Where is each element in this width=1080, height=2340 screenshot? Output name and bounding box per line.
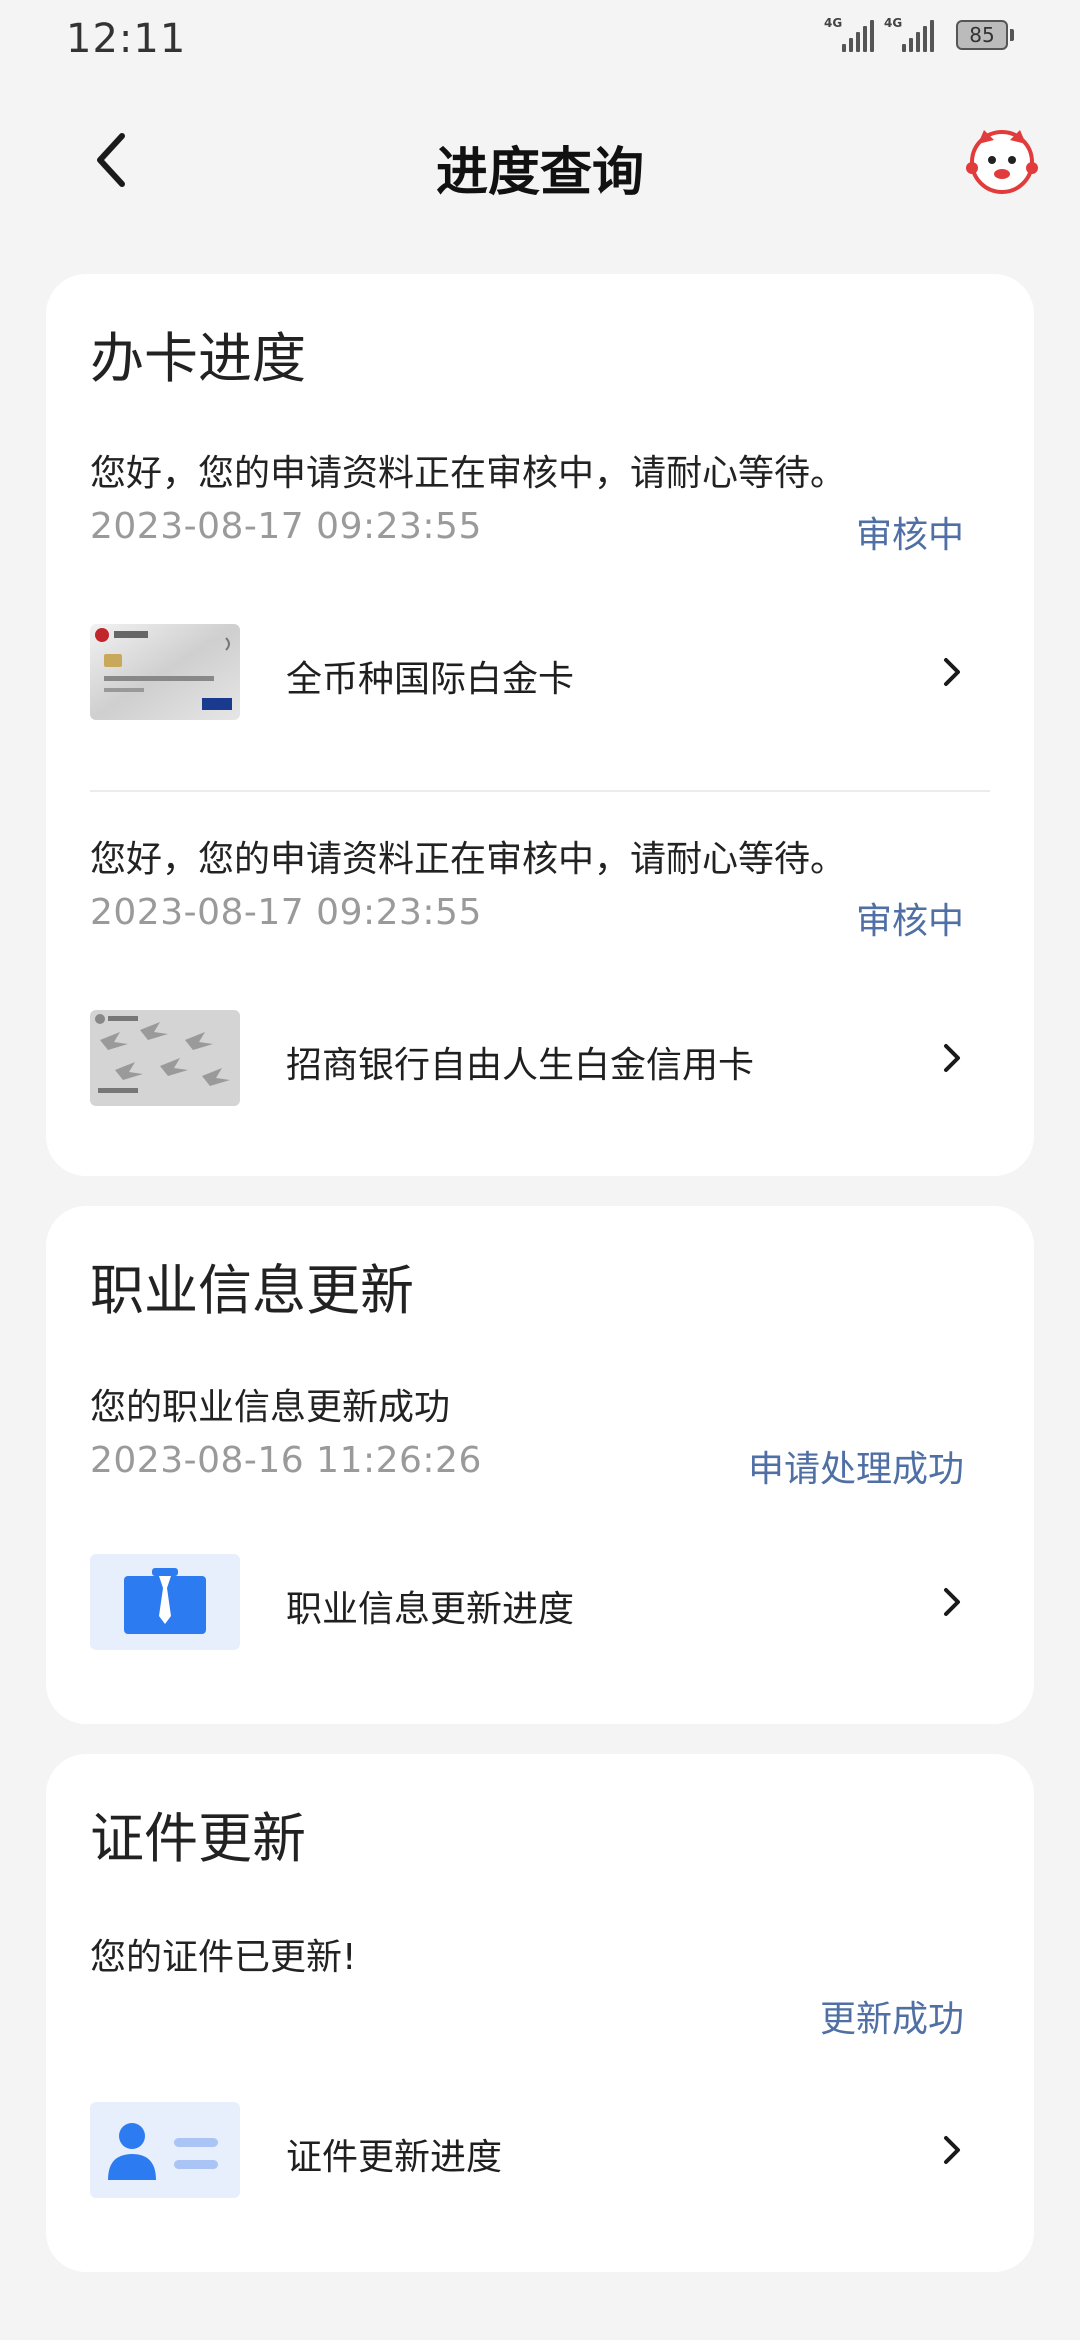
card-application-progress: 办卡进度 您好，您的申请资料正在审核中，请耐心等待。 2023-08-17 09… <box>46 274 1034 1176</box>
list-item-job-progress[interactable]: 职业信息更新进度 <box>90 1554 990 1650</box>
entry-date: 2023-08-16 11:26:26 <box>90 1440 482 1481</box>
status-indicators: 4G 4G 85 <box>824 16 1014 52</box>
card-name: 招商银行自由人生白金信用卡 <box>286 1045 755 1086</box>
chevron-right-icon <box>944 658 960 686</box>
credit-card-image <box>90 624 240 720</box>
section-title: 职业信息更新 <box>90 1259 414 1322</box>
page-title: 进度查询 <box>435 143 644 203</box>
row-label: 职业信息更新进度 <box>286 1589 575 1630</box>
entry-message: 您好，您的申请资料正在审核中，请耐心等待。 <box>90 453 847 494</box>
signal-icon: 4G <box>884 16 934 52</box>
chevron-right-icon <box>944 1588 960 1616</box>
battery-level: 85 <box>956 20 1008 50</box>
list-item-card-2[interactable]: 招商银行自由人生白金信用卡 <box>90 1010 990 1106</box>
status-time: 12:11 <box>66 16 187 62</box>
row-label: 证件更新进度 <box>286 2137 503 2178</box>
credit-card-image <box>90 1010 240 1106</box>
network-type-label: 4G <box>884 16 903 30</box>
entry-message: 您好，您的申请资料正在审核中，请耐心等待。 <box>90 839 847 880</box>
chevron-right-icon <box>944 1044 960 1072</box>
status-badge: 审核中 <box>855 515 964 556</box>
card-id-update: 证件更新 您的证件已更新! 更新成功 证件更新进度 <box>46 1754 1034 2272</box>
assistant-mascot-icon[interactable] <box>964 122 1040 198</box>
entry-message: 您的职业信息更新成功 <box>90 1387 451 1428</box>
signal-icon: 4G <box>824 16 874 52</box>
card-job-info-update: 职业信息更新 您的职业信息更新成功 2023-08-16 11:26:26 申请… <box>46 1206 1034 1724</box>
network-type-label: 4G <box>824 16 843 30</box>
entry-message: 您的证件已更新! <box>90 1937 357 1978</box>
status-badge: 审核中 <box>855 901 964 942</box>
divider <box>90 790 990 792</box>
section-title: 证件更新 <box>90 1807 306 1870</box>
id-card-icon <box>90 2102 240 2198</box>
entry-date: 2023-08-17 09:23:55 <box>90 506 482 547</box>
list-item-id-progress[interactable]: 证件更新进度 <box>90 2102 990 2198</box>
status-bar: 12:11 4G 4G 85 <box>0 0 1080 80</box>
status-badge: 申请处理成功 <box>747 1449 964 1490</box>
chevron-right-icon <box>944 2136 960 2164</box>
list-item-card-1[interactable]: 全币种国际白金卡 <box>90 624 990 720</box>
card-name: 全币种国际白金卡 <box>286 659 575 700</box>
app-header: 进度查询 <box>0 100 1080 220</box>
section-title: 办卡进度 <box>90 327 306 390</box>
entry-date: 2023-08-17 09:23:55 <box>90 892 482 933</box>
battery-icon: 85 <box>956 20 1014 50</box>
status-badge: 更新成功 <box>819 1999 964 2040</box>
briefcase-icon <box>90 1554 240 1650</box>
